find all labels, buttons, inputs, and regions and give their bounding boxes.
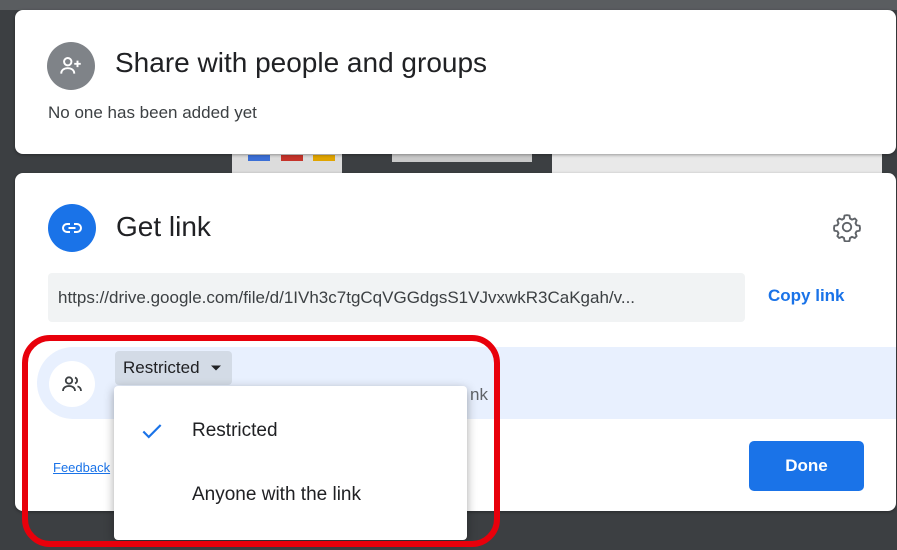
- person-add-icon: [47, 42, 95, 90]
- link-icon: [48, 204, 96, 252]
- check-icon: [142, 424, 162, 439]
- background-document: [552, 154, 882, 173]
- chevron-down-icon: [210, 365, 221, 371]
- menu-item-label: Restricted: [192, 420, 278, 441]
- background-document: [248, 155, 270, 161]
- share-url-field[interactable]: https://drive.google.com/file/d/1IVh3c7t…: [48, 273, 745, 322]
- menu-item-restricted[interactable]: Restricted: [114, 405, 467, 457]
- link-icon-glyph: [62, 223, 82, 233]
- gear-icon[interactable]: [830, 210, 864, 244]
- share-subtitle: No one has been added yet: [48, 103, 257, 122]
- people-icon: [49, 361, 95, 407]
- feedback-link[interactable]: Feedback: [53, 460, 110, 475]
- copy-link-button[interactable]: Copy link: [768, 286, 845, 306]
- share-with-people-panel: Share with people and groups No one has …: [15, 10, 896, 154]
- background-document: [392, 154, 532, 162]
- people-icon-glyph: [62, 376, 82, 392]
- menu-item-label: Anyone with the link: [192, 484, 361, 505]
- menu-item-anyone-with-link[interactable]: Anyone with the link: [114, 469, 467, 521]
- done-button[interactable]: Done: [749, 441, 864, 491]
- background-document: [0, 0, 897, 10]
- get-link-title: Get link: [116, 211, 211, 242]
- background-document: [313, 155, 335, 161]
- access-level-menu: Restricted Anyone with the link: [114, 386, 467, 540]
- access-level-dropdown[interactable]: Restricted: [115, 351, 232, 385]
- gear-icon-glyph: [833, 214, 861, 242]
- share-title: Share with people and groups: [115, 47, 488, 78]
- access-description: nk: [470, 385, 488, 404]
- access-level-label: Restricted: [123, 358, 200, 377]
- person-add-icon-glyph: [60, 57, 81, 74]
- background-document: [281, 155, 303, 161]
